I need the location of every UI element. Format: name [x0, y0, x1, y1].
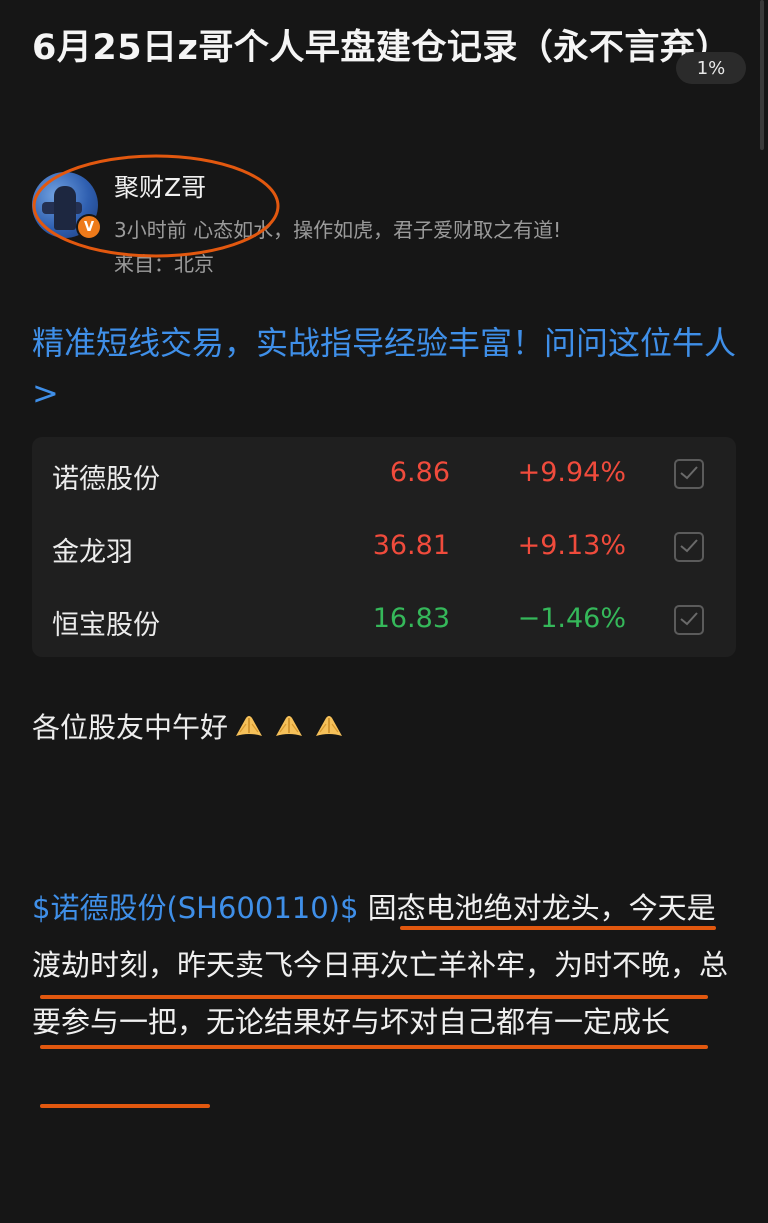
checkbox-icon[interactable] [674, 532, 704, 562]
post-body: $诺德股份(SH600110)$ 固态电池绝对龙头，今天是渡劫时刻，昨天卖飞今日… [32, 880, 744, 1051]
post-title: 6月25日z哥个人早盘建仓记录（永不言弃） [32, 28, 731, 68]
stock-change: +9.13% [517, 530, 626, 561]
stock-name: 金龙羽 [52, 537, 133, 568]
stock-price: 16.83 [372, 603, 450, 634]
stock-row[interactable]: 恒宝股份 16.83 −1.46% [32, 583, 736, 657]
author-header[interactable]: V 聚财Z哥 3小时前 心态如水，操作如虎，君子爱财取之有道! 来自：北京 [32, 154, 732, 276]
greeting-label: 各位股友中午好 [32, 711, 229, 744]
stock-change: −1.46% [517, 603, 626, 634]
folded-hands-icon [276, 716, 303, 736]
stock-price: 36.81 [372, 530, 450, 561]
annotation-underline [40, 1104, 210, 1108]
annotation-underline [40, 1045, 708, 1049]
checkbox-icon[interactable] [674, 459, 704, 489]
stock-name: 恒宝股份 [52, 610, 160, 641]
annotation-underline [40, 995, 708, 999]
checkbox-icon[interactable] [674, 605, 704, 635]
stock-change: +9.94% [517, 457, 626, 488]
stock-name: 诺德股份 [52, 464, 160, 495]
promo-link[interactable]: 精准短线交易，实战指导经验丰富！问问这位牛人> [32, 318, 742, 418]
stock-price: 6.86 [389, 457, 450, 488]
stock-row[interactable]: 诺德股份 6.86 +9.94% [32, 437, 736, 511]
stock-tag-link[interactable]: $诺德股份(SH600110)$ [32, 891, 358, 925]
stock-card: 诺德股份 6.86 +9.94% 金龙羽 36.81 +9.13% 恒宝股份 1… [32, 437, 736, 657]
folded-hands-icon [236, 716, 263, 736]
read-progress-badge: 1% [676, 52, 746, 84]
folded-hands-icon [316, 716, 343, 736]
greeting-text: 各位股友中午好 [32, 706, 352, 746]
annotation-circle [32, 154, 280, 258]
annotation-underline [400, 926, 716, 930]
scrollbar-thumb[interactable] [760, 0, 764, 150]
stock-row[interactable]: 金龙羽 36.81 +9.13% [32, 510, 736, 584]
